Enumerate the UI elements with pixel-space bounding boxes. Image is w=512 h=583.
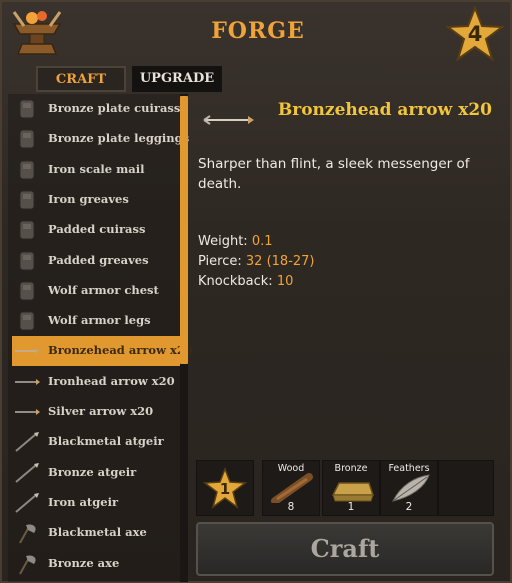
recipe-label: Silver arrow x20	[48, 404, 154, 418]
recipe-list: Bronze plate cuirass Bronze plate legging…	[8, 94, 193, 582]
recipe-item[interactable]: Bronze atgeir	[12, 458, 180, 488]
axe-icon	[14, 553, 40, 575]
recipe-label: Blackmetal atgeir	[48, 434, 164, 449]
recipe-item[interactable]: Padded greaves	[12, 246, 180, 276]
arrow-icon	[14, 371, 40, 393]
recipe-label: Bronze atgeir	[48, 464, 137, 479]
recipe-label: Iron greaves	[48, 191, 129, 206]
forge-panel: FORGE 4 CRAFT UPGRADE Bronze plate cuira…	[0, 0, 512, 583]
cuirass-icon	[14, 98, 40, 120]
wolf-chest-icon	[14, 280, 40, 302]
wolf-legs-icon	[14, 310, 40, 332]
greaves-icon	[14, 189, 40, 211]
stat-pierce-range: (18-27)	[266, 254, 315, 269]
stat-pierce-label: Pierce:	[198, 254, 242, 269]
recipe-item[interactable]: Silver arrow x20	[12, 397, 180, 427]
material-slot-empty	[438, 460, 494, 516]
recipe-item[interactable]: Bronzehead arrow x20	[12, 336, 193, 367]
header: FORGE 4	[2, 2, 512, 64]
recipe-item[interactable]: Iron atgeir	[12, 488, 180, 518]
atgeir-icon	[14, 492, 40, 514]
material-count: 8	[287, 501, 295, 513]
recipe-label: Iron scale mail	[48, 161, 145, 176]
material-count: 2	[405, 501, 413, 513]
recipe-item[interactable]: Bronze plate leggings	[12, 124, 189, 154]
craft-button[interactable]: Craft	[196, 522, 494, 576]
material-slot-wood: Wood 8	[262, 460, 320, 516]
arrow-icon	[14, 401, 40, 423]
stat-weight-value: 0.1	[251, 234, 273, 249]
recipe-item[interactable]: Ironhead arrow x20	[12, 367, 180, 397]
recipe-label: Blackmetal axe	[48, 525, 147, 540]
tab-craft[interactable]: CRAFT	[36, 66, 126, 92]
stat-knockback-value: 10	[276, 274, 294, 289]
recipe-item[interactable]: Bronze axe	[12, 549, 180, 579]
recipe-label: Ironhead arrow x20	[48, 373, 175, 388]
recipe-item[interactable]: Wolf armor chest	[12, 276, 180, 306]
page-title: FORGE	[211, 18, 305, 44]
axe-icon	[14, 522, 40, 544]
recipe-item[interactable]: Blackmetal axe	[12, 518, 180, 548]
stat-pierce: Pierce: 32 (18-27)	[198, 254, 315, 269]
stat-knockback-label: Knockback:	[198, 274, 273, 289]
recipe-item[interactable]: Blackmetal atgeir	[12, 427, 180, 457]
stat-knockback: Knockback: 10	[198, 274, 293, 289]
atgeir-icon	[14, 462, 40, 484]
recipe-label: Bronze axe	[48, 555, 120, 570]
material-slot-feathers: Feathers 2	[380, 460, 438, 516]
wood-log-icon	[271, 473, 313, 503]
material-count: 1	[347, 501, 355, 513]
recipe-scrollbar[interactable]	[180, 94, 188, 582]
recipe-item[interactable]: Iron greaves	[12, 185, 180, 215]
recipe-label: Wolf armor legs	[48, 313, 151, 328]
station-level: 4	[467, 22, 483, 46]
recipe-label: Wolf armor chest	[48, 282, 159, 297]
recipe-label: Padded greaves	[48, 252, 149, 267]
material-slot-bronze: Bronze 1	[322, 460, 380, 516]
scrollbar-thumb[interactable]	[180, 96, 188, 364]
recipe-label: Padded cuirass	[48, 222, 146, 237]
arrow-icon	[14, 340, 40, 362]
tab-upgrade[interactable]: UPGRADE	[132, 66, 222, 92]
recipe-item[interactable]: Bronze plate cuirass	[12, 94, 180, 124]
padded-greaves-icon	[14, 250, 40, 272]
required-station-level: 1	[196, 460, 254, 516]
stat-weight: Weight: 0.1	[198, 234, 273, 249]
feather-icon	[392, 474, 430, 502]
stat-weight-label: Weight:	[198, 234, 248, 249]
recipe-label: Iron atgeir	[48, 494, 119, 509]
recipe-item[interactable]: Iron scale mail	[12, 155, 180, 185]
recipe-label: Bronze plate leggings	[48, 131, 190, 146]
padded-cuirass-icon	[14, 219, 40, 241]
item-description: Sharper than flint, a sleek messenger of…	[198, 156, 470, 192]
atgeir-icon	[14, 431, 40, 453]
recipe-label: Bronze plate cuirass	[48, 101, 181, 115]
bronze-ingot-icon	[331, 482, 375, 502]
recipe-label: Bronzehead arrow x20	[48, 343, 193, 358]
item-title: Bronzehead arrow x20	[277, 100, 492, 120]
item-detail: Bronzehead arrow x20 Sharper than flint,…	[190, 94, 506, 454]
recipe-item[interactable]: Padded cuirass	[12, 215, 180, 245]
scale-mail-icon	[14, 159, 40, 181]
stat-pierce-value: 32	[245, 254, 263, 269]
arrow-icon	[203, 115, 254, 125]
required-level-value: 1	[219, 480, 231, 498]
recipe-item[interactable]: Wolf armor legs	[12, 306, 180, 336]
leggings-icon	[14, 128, 40, 150]
